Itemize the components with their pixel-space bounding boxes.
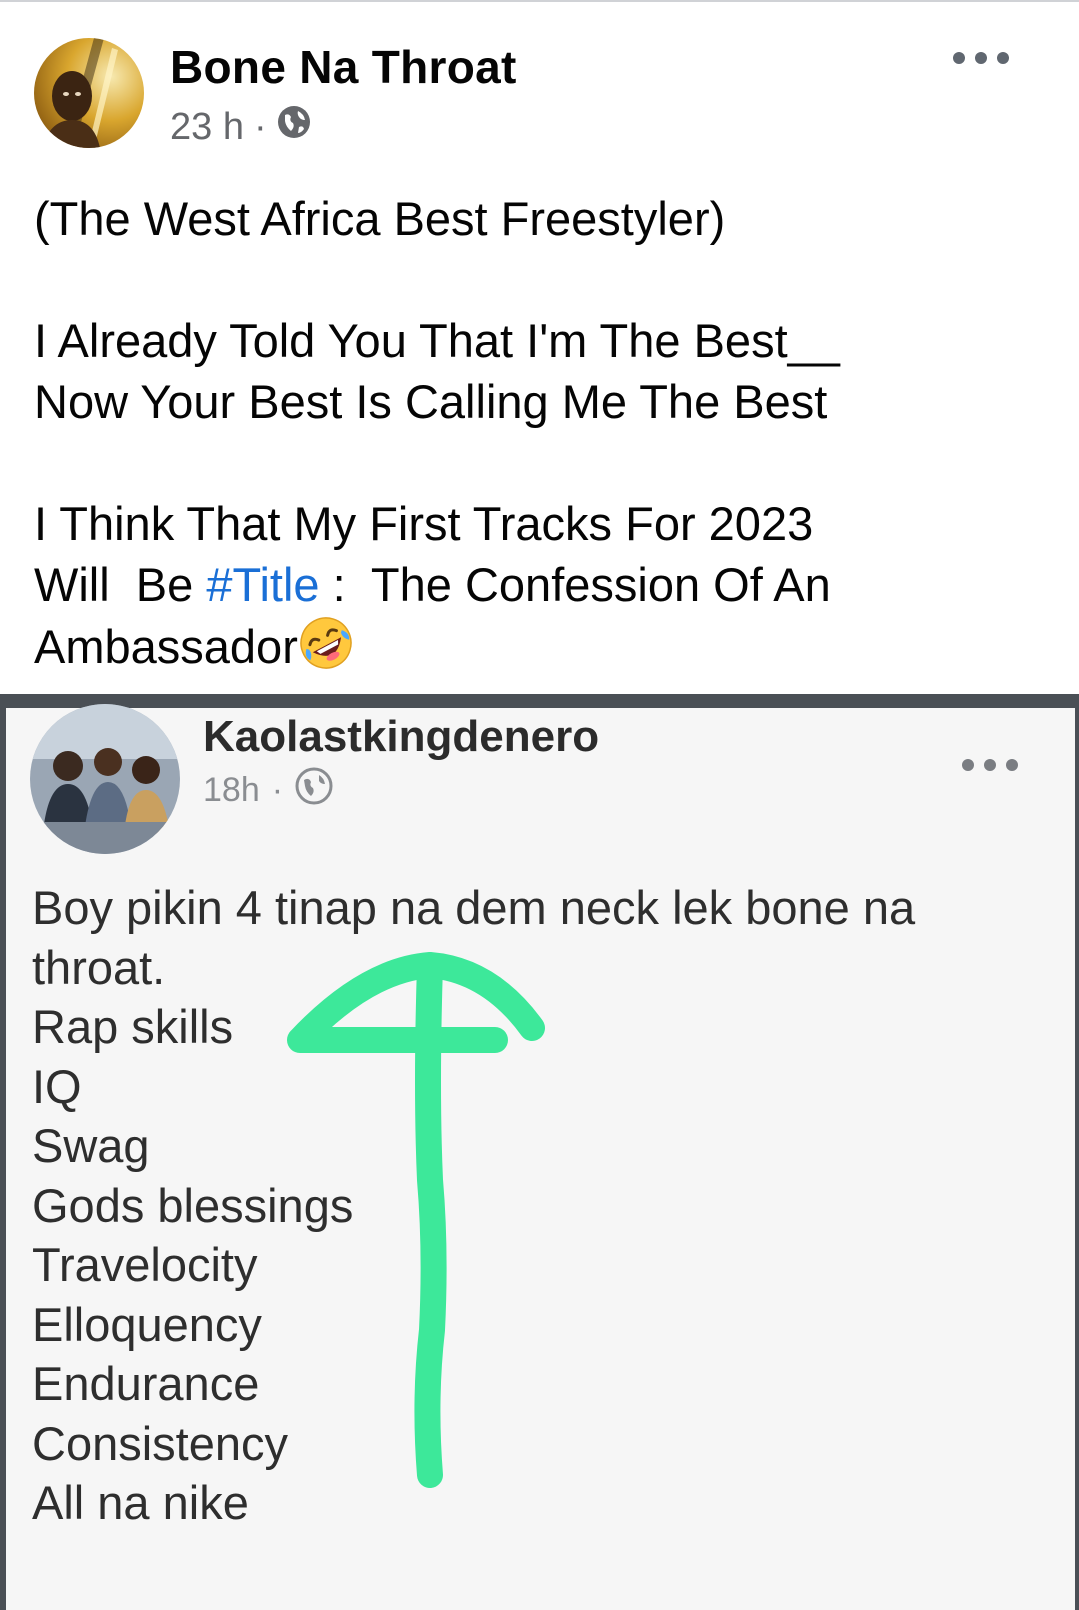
post-text-segment: Ambassador bbox=[34, 620, 298, 673]
post-line: (The West Africa Best Freestyler) bbox=[34, 192, 726, 245]
screenshot-post-meta: 18h · bbox=[203, 767, 333, 810]
screenshot-more-icon bbox=[962, 758, 1018, 772]
screenshot-timestamp: 18h bbox=[203, 770, 260, 809]
post-line: Will Be #Title : The Confession Of An bbox=[34, 554, 1034, 615]
post-timestamp[interactable]: 23 h bbox=[170, 106, 244, 149]
meta-separator: · bbox=[253, 105, 267, 148]
globe-icon[interactable] bbox=[277, 105, 311, 149]
screenshot-border-left bbox=[0, 694, 6, 1610]
globe-icon bbox=[295, 767, 333, 814]
post-line: I Think That My First Tracks For 2023 bbox=[34, 497, 814, 550]
screenshot-top-border bbox=[0, 694, 1079, 708]
post-text: (The West Africa Best Freestyler) I Alre… bbox=[34, 188, 1034, 677]
post-line: Ambassador bbox=[34, 615, 1034, 677]
screenshot-author-name: Kaolastkingdenero bbox=[203, 712, 600, 761]
more-options-icon[interactable] bbox=[953, 46, 1009, 70]
top-divider bbox=[0, 0, 1079, 2]
post-text-segment: : The Confession Of An bbox=[319, 558, 831, 611]
post-line: Now Your Best Is Calling Me The Best bbox=[34, 375, 828, 428]
author-avatar[interactable] bbox=[34, 38, 144, 148]
hashtag-link[interactable]: #Title bbox=[206, 558, 319, 611]
hand-drawn-up-arrow bbox=[287, 952, 545, 1488]
post-text-segment: Will Be bbox=[34, 558, 207, 611]
screenshot-line: Boy pikin 4 tinap na dem neck lek bone n… bbox=[32, 881, 916, 934]
screenshot-border-right bbox=[1075, 694, 1079, 1610]
author-name[interactable]: Bone Na Throat bbox=[170, 40, 517, 94]
rolling-laughing-emoji-icon bbox=[298, 615, 354, 671]
post-line: I Already Told You That I'm The Best__ bbox=[34, 314, 840, 367]
screenshot-author-avatar bbox=[30, 704, 180, 854]
meta-separator: · bbox=[271, 770, 284, 809]
post-meta: 23 h · bbox=[170, 104, 311, 150]
